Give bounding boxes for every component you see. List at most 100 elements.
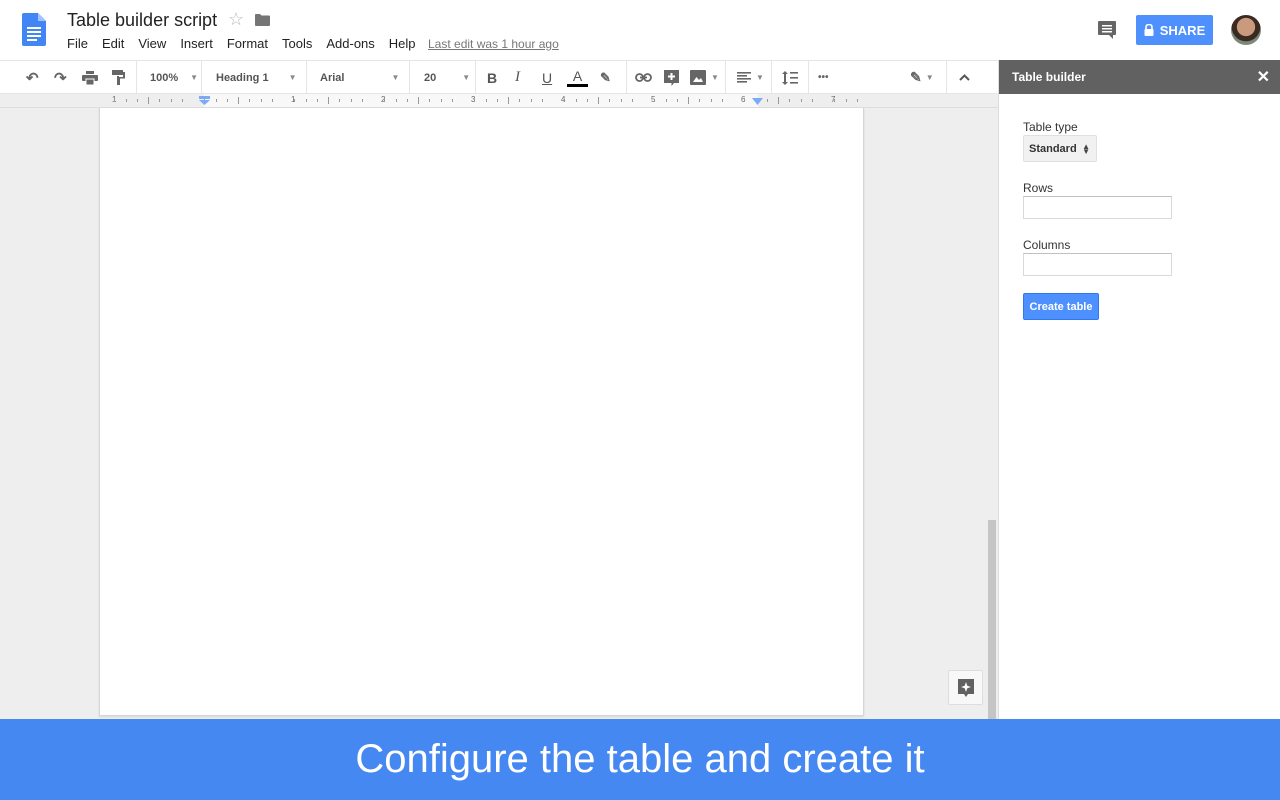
select-arrows-icon: ▲ ▼ — [1082, 141, 1090, 156]
menu-view[interactable]: View — [138, 36, 166, 51]
app-header: Table builder script ☆ File Edit View In… — [0, 0, 1280, 60]
highlight-icon[interactable]: ✎ — [600, 61, 611, 94]
scrollbar[interactable] — [988, 520, 996, 720]
chevron-down-icon: ▼ — [711, 73, 719, 82]
underline-button[interactable]: U — [542, 61, 552, 94]
caption-banner: Configure the table and create it — [0, 719, 1280, 800]
share-button[interactable]: SHARE — [1136, 15, 1213, 45]
menu-bar: File Edit View Insert Format Tools Add-o… — [67, 36, 430, 51]
text-color-swatch — [567, 83, 588, 87]
ruler-tick — [362, 99, 363, 102]
left-indent-marker[interactable] — [199, 96, 210, 105]
formatting-toolbar: ↶ ↷ 100% ▼ Heading 1 ▼ Arial ▼ 20 ▼ B I U A … — [0, 60, 998, 94]
text-color-button[interactable]: A — [567, 61, 588, 94]
ruler-tick — [654, 99, 655, 102]
menu-file[interactable]: File — [67, 36, 88, 51]
undo-icon[interactable]: ↶ — [26, 61, 39, 94]
close-icon[interactable]: ✕ — [1257, 67, 1270, 87]
columns-input[interactable] — [1023, 253, 1172, 276]
image-icon — [690, 70, 706, 85]
paint-format-icon[interactable] — [112, 61, 125, 94]
ruler-tick — [744, 99, 745, 102]
ruler-tick — [159, 99, 160, 102]
last-edit-link[interactable]: Last edit was 1 hour ago — [428, 37, 559, 51]
rows-label: Rows — [1023, 181, 1054, 195]
create-table-button[interactable]: Create table — [1023, 293, 1099, 320]
ruler-tick — [339, 99, 340, 102]
menu-format[interactable]: Format — [227, 36, 268, 51]
chevron-down-icon: ▼ — [190, 73, 199, 82]
explore-button[interactable] — [948, 670, 983, 705]
ruler-tick — [609, 99, 610, 102]
ruler-tick — [249, 99, 250, 102]
redo-icon[interactable]: ↷ — [54, 61, 67, 94]
menu-help[interactable]: Help — [389, 36, 416, 51]
ruler-tick — [407, 99, 408, 102]
document-page[interactable] — [99, 108, 864, 716]
style-select[interactable]: Heading 1 ▼ — [216, 61, 297, 94]
menu-insert[interactable]: Insert — [180, 36, 213, 51]
explore-icon — [957, 678, 974, 697]
table-type-select[interactable]: Standard ▲ ▼ — [1023, 135, 1097, 162]
link-icon[interactable] — [635, 61, 652, 94]
menu-tools[interactable]: Tools — [282, 36, 312, 51]
ruler-tick — [351, 99, 352, 102]
more-icon[interactable]: ••• — [818, 61, 829, 94]
document-canvas — [0, 108, 998, 720]
chevron-down-icon: ▼ — [756, 73, 764, 82]
chevron-down-icon: ▼ — [925, 73, 934, 82]
ruler-tick — [688, 97, 689, 104]
ruler-tick — [418, 97, 419, 104]
ruler-tick — [621, 99, 622, 102]
ruler-tick — [677, 99, 678, 102]
ruler-tick — [812, 99, 813, 102]
ruler-tick — [587, 99, 588, 102]
menu-add-ons[interactable]: Add-ons — [326, 36, 374, 51]
comments-icon[interactable] — [1097, 20, 1117, 40]
ruler-tick — [598, 97, 599, 104]
italic-button[interactable]: I — [515, 61, 520, 94]
zoom-value: 100% — [150, 71, 179, 84]
right-indent-marker[interactable] — [752, 98, 763, 105]
ruler-tick — [441, 99, 442, 102]
font-size-select[interactable]: 20 ▼ — [424, 61, 470, 94]
chevron-down-icon: ▼ — [462, 73, 471, 82]
ruler-tick — [497, 99, 498, 102]
ruler-tick — [474, 99, 475, 102]
rows-input[interactable] — [1023, 196, 1172, 219]
ruler-tick — [699, 99, 700, 102]
ruler[interactable]: 1 1 2 3 4 5 6 7 — [0, 94, 998, 108]
columns-label: Columns — [1023, 238, 1071, 252]
ruler-tick — [171, 99, 172, 102]
star-icon[interactable]: ☆ — [228, 9, 244, 30]
add-comment-icon[interactable] — [664, 61, 679, 94]
folder-icon[interactable] — [255, 14, 270, 26]
docs-logo-icon[interactable] — [22, 13, 46, 46]
insert-image-button[interactable]: ▼ — [690, 61, 719, 94]
editing-mode-button[interactable]: ✎ ▼ — [910, 61, 934, 94]
menu-edit[interactable]: Edit — [102, 36, 124, 51]
print-icon[interactable] — [82, 61, 98, 94]
bold-button[interactable]: B — [487, 61, 497, 94]
chevron-down-icon: ▼ — [288, 73, 297, 82]
ruler-tick — [857, 99, 858, 102]
font-select[interactable]: Arial ▼ — [320, 61, 399, 94]
ruler-tick — [801, 99, 802, 102]
ruler-tick — [126, 99, 127, 102]
collapse-toolbar-icon[interactable] — [959, 61, 970, 94]
line-spacing-icon[interactable] — [782, 61, 798, 94]
ruler-tick — [137, 99, 138, 102]
ruler-tick — [564, 99, 565, 102]
ruler-tick — [429, 99, 430, 102]
align-button[interactable]: ▼ — [737, 61, 764, 94]
zoom-select[interactable]: 100% ▼ — [150, 61, 198, 94]
ruler-tick — [711, 99, 712, 102]
ruler-tick — [531, 99, 532, 102]
ruler-tick — [328, 97, 329, 104]
ruler-tick — [452, 99, 453, 102]
ruler-tick — [294, 99, 295, 102]
ruler-tick — [519, 99, 520, 102]
table-type-label: Table type — [1023, 120, 1078, 134]
document-title[interactable]: Table builder script — [67, 10, 217, 31]
avatar[interactable] — [1231, 15, 1261, 45]
